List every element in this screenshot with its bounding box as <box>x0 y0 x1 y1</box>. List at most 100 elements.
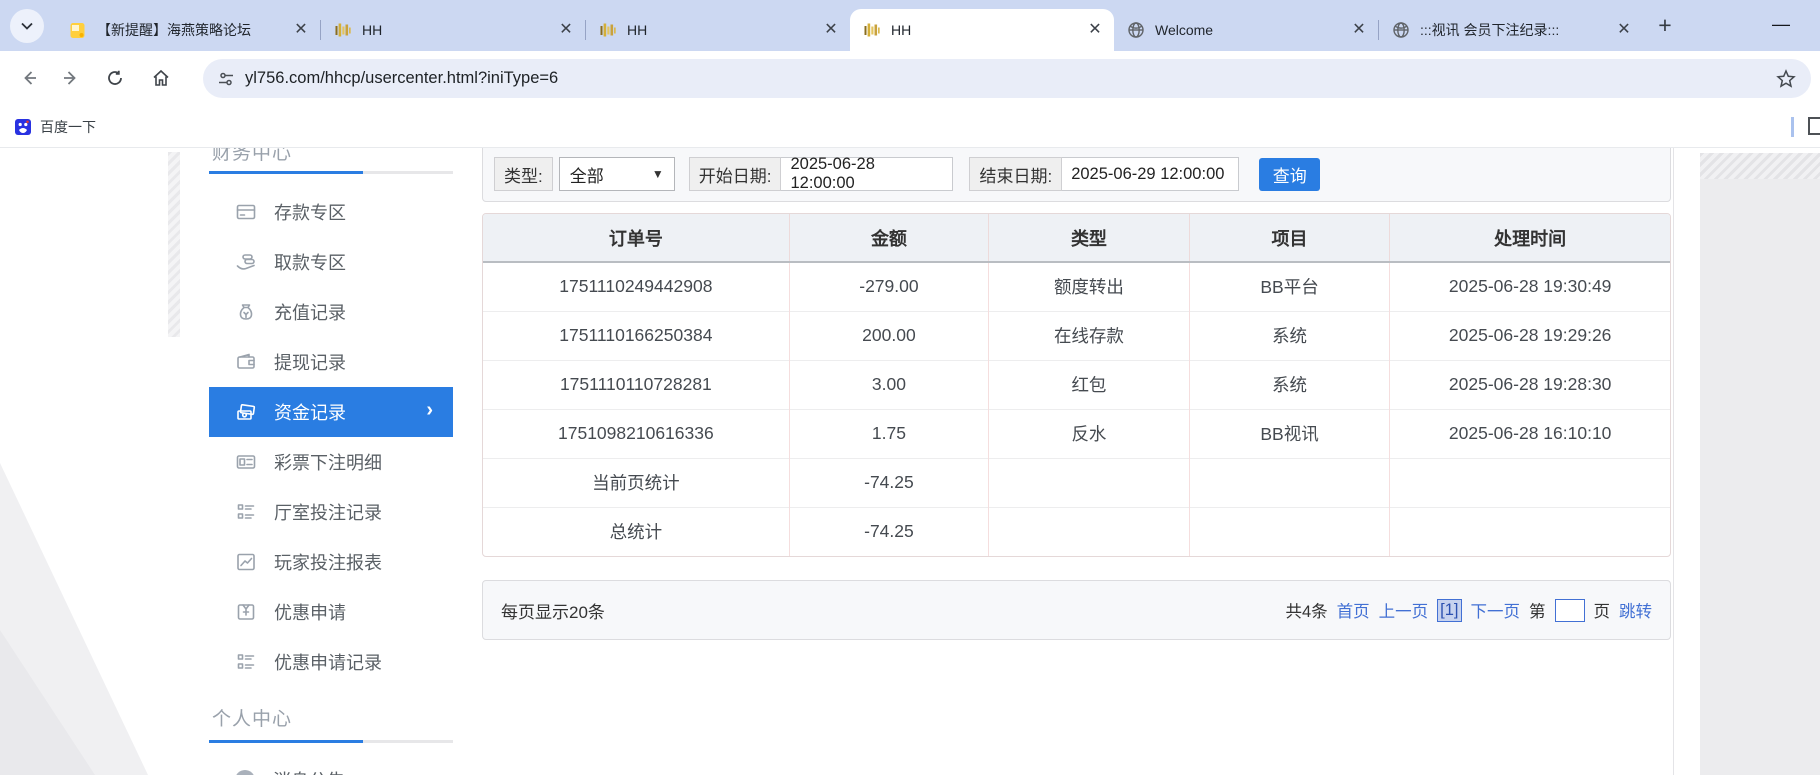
first-page-link[interactable]: 首页 <box>1337 598 1370 622</box>
table-row: 总统计-74.25 <box>483 507 1670 556</box>
browser-tab-3[interactable]: HH✕ <box>850 9 1114 51</box>
table-cell: 2025-06-28 19:30:49 <box>1390 262 1670 311</box>
sidebar-item-4[interactable]: 资金记录› <box>209 387 453 437</box>
sidebar-item-label: 存款专区 <box>274 199 346 225</box>
table-cell: 2025-06-28 19:28:30 <box>1390 360 1670 409</box>
table-cell: -279.00 <box>789 262 988 311</box>
hand-icon <box>235 251 257 273</box>
tab-close-icon[interactable]: ✕ <box>1086 21 1104 39</box>
table-cell: 系统 <box>1189 311 1390 360</box>
pagination-bar: 每页显示20条 共4条 首页 上一页 [1] 下一页 第 页 跳转 <box>482 580 1671 640</box>
bookmarks-separator <box>1791 117 1794 137</box>
tab-close-icon[interactable]: ✕ <box>1615 21 1633 39</box>
sidebar-item-3[interactable]: 提现记录 <box>209 337 453 387</box>
home-button[interactable] <box>144 61 178 95</box>
home-icon <box>151 68 171 88</box>
forward-button[interactable] <box>54 61 88 95</box>
sidebar-item-label: 取款专区 <box>274 249 346 275</box>
tab-close-icon[interactable]: ✕ <box>822 21 840 39</box>
chevron-right-icon: › <box>426 399 433 422</box>
browser-tab-0[interactable]: 【新提醒】海燕策略论坛✕ <box>56 9 320 51</box>
browser-tab-1[interactable]: HH✕ <box>321 9 585 51</box>
baidu-favicon <box>14 118 32 136</box>
section-underline <box>209 740 453 743</box>
side-panel-icon[interactable] <box>1808 117 1820 135</box>
table-body: 1751110249442908-279.00额度转出BB平台2025-06-2… <box>483 262 1670 556</box>
tab-strip: 【新提醒】海燕策略论坛✕HH✕HH✕HH✕Welcome✕:::视讯 会员下注纪… <box>0 0 1820 51</box>
prev-page-link[interactable]: 上一页 <box>1379 598 1429 622</box>
back-arrow-icon <box>19 68 39 88</box>
tab-list: 【新提醒】海燕策略论坛✕HH✕HH✕HH✕Welcome✕:::视讯 会员下注纪… <box>56 9 1643 51</box>
browser-tab-4[interactable]: Welcome ✕ <box>1114 9 1378 51</box>
tab-search-button[interactable] <box>10 9 44 43</box>
table-cell: 3.00 <box>789 360 988 409</box>
browser-tab-2[interactable]: HH ✕ <box>586 9 850 51</box>
sidebar-item-label: 优惠申请 <box>274 599 346 625</box>
site-settings-icon <box>217 70 235 88</box>
sidebar-item-2[interactable]: 充值记录 <box>209 287 453 337</box>
start-date-label: 开始日期: <box>689 157 782 191</box>
background-texture <box>168 152 180 337</box>
records-table: 订单号金额类型项目处理时间 1751110249442908-279.00额度转… <box>482 213 1671 557</box>
table-cell: 200.00 <box>789 311 988 360</box>
address-bar[interactable]: yl756.com/hhcp/usercenter.html?iniType=6 <box>203 59 1811 98</box>
select-chevron-icon: ▼ <box>652 167 664 181</box>
bookmark-star-icon[interactable] <box>1775 68 1797 90</box>
browser-tab-5[interactable]: :::视讯 会员下注纪录:::✕ <box>1379 9 1643 51</box>
sidebar-item-1[interactable]: 取款专区 <box>209 237 453 287</box>
page-icon <box>69 21 87 39</box>
sidebar-item-partial[interactable]: 消息公告 <box>209 755 453 775</box>
start-date-input[interactable]: 2025-06-28 12:00:00 <box>781 157 953 191</box>
new-tab-button[interactable]: + <box>1652 13 1678 39</box>
background-column <box>1700 153 1820 775</box>
bookmark-label: 百度一下 <box>40 117 96 137</box>
table-cell: 额度转出 <box>989 262 1190 311</box>
table-cell <box>1390 458 1670 507</box>
back-button[interactable] <box>12 61 46 95</box>
sidebar-item-8[interactable]: 优惠申请 <box>209 587 453 637</box>
sidebar-item-7[interactable]: 玩家投注报表 <box>209 537 453 587</box>
type-select[interactable]: 全部 ▼ <box>559 157 675 191</box>
bookmark-baidu[interactable]: 百度一下 <box>14 113 96 141</box>
sidebar-menu: 存款专区取款专区充值记录提现记录资金记录›彩票下注明细厅室投注记录玩家投注报表优… <box>209 187 453 687</box>
sidebar-item-6[interactable]: 厅室投注记录 <box>209 487 453 537</box>
reload-button[interactable] <box>98 61 132 95</box>
sidebar-item-9[interactable]: 优惠申请记录 <box>209 637 453 687</box>
sidebar-item-label: 玩家投注报表 <box>274 549 382 575</box>
table-cell: 系统 <box>1189 360 1390 409</box>
sidebar-item-0[interactable]: 存款专区 <box>209 187 453 237</box>
column-header: 处理时间 <box>1390 214 1670 262</box>
page-number-input[interactable] <box>1555 599 1585 622</box>
section-underline <box>209 171 453 174</box>
list-icon <box>235 651 257 673</box>
end-date-input[interactable]: 2025-06-29 12:00:00 <box>1062 157 1239 191</box>
minimize-window-button[interactable]: — <box>1766 10 1796 40</box>
sidebar-section-finance: 财务中心 <box>212 148 292 165</box>
sidebar-item-5[interactable]: 彩票下注明细 <box>209 437 453 487</box>
search-button[interactable]: 查询 <box>1259 158 1320 191</box>
page-viewport: 财务中心 存款专区取款专区充值记录提现记录资金记录›彩票下注明细厅室投注记录玩家… <box>0 148 1820 775</box>
goldbars-icon <box>599 21 617 39</box>
sidebar-section-personal: 个人中心 <box>212 704 292 731</box>
chart-icon <box>235 551 257 573</box>
tab-close-icon[interactable]: ✕ <box>292 21 310 39</box>
tab-close-icon[interactable]: ✕ <box>1350 21 1368 39</box>
next-page-link[interactable]: 下一页 <box>1471 598 1521 622</box>
table-cell: -74.25 <box>789 507 988 556</box>
tab-title: Welcome <box>1155 22 1342 38</box>
table-cell: 当前页统计 <box>483 458 789 507</box>
table-cell: 1751110166250384 <box>483 311 789 360</box>
moneybag-icon <box>235 301 257 323</box>
globe-icon <box>1127 21 1145 39</box>
table-cell: 红包 <box>989 360 1190 409</box>
tab-title: HH <box>627 22 814 38</box>
sidebar-item-label: 充值记录 <box>274 299 346 325</box>
list-icon <box>235 501 257 523</box>
jump-link[interactable]: 跳转 <box>1619 598 1652 622</box>
tab-close-icon[interactable]: ✕ <box>557 21 575 39</box>
table-cell: 1751110249442908 <box>483 262 789 311</box>
table-cell: 在线存款 <box>989 311 1190 360</box>
table-cell <box>1189 507 1390 556</box>
column-header: 金额 <box>789 214 988 262</box>
per-page-label: 每页显示20条 <box>501 598 605 623</box>
